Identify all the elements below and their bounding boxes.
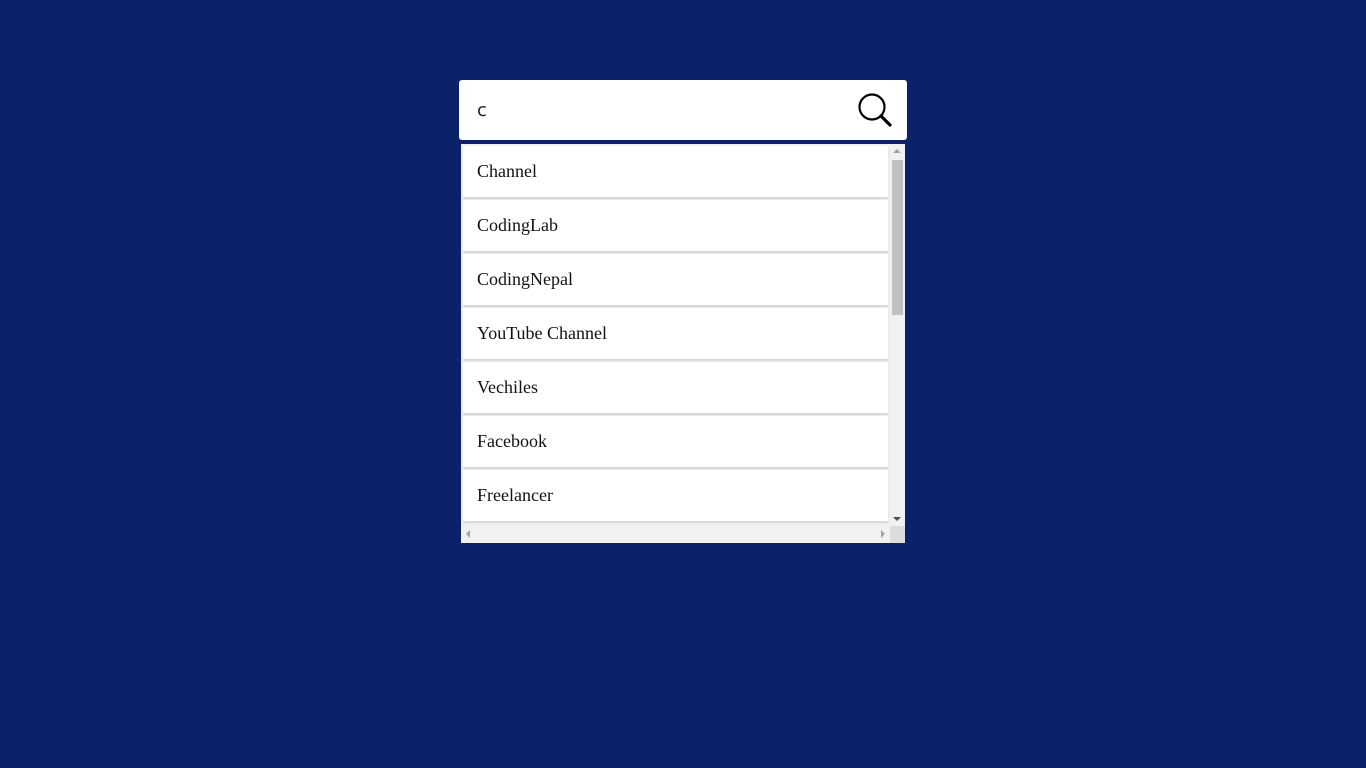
search-box bbox=[459, 80, 907, 140]
scroll-left-arrow-icon[interactable] bbox=[466, 530, 470, 538]
search-input[interactable] bbox=[477, 80, 847, 140]
suggestion-item[interactable]: Facebook bbox=[463, 416, 888, 467]
scroll-down-arrow-icon[interactable] bbox=[893, 517, 901, 521]
vertical-scroll-thumb[interactable] bbox=[892, 160, 903, 315]
suggestion-item[interactable]: CodingNepal bbox=[463, 254, 888, 305]
scrollbar-corner bbox=[890, 526, 905, 543]
suggestions-list: Channel CodingLab CodingNepal YouTube Ch… bbox=[461, 144, 890, 526]
scroll-up-arrow-icon[interactable] bbox=[893, 149, 901, 153]
scroll-right-arrow-icon[interactable] bbox=[881, 530, 885, 538]
suggestions-dropdown: Channel CodingLab CodingNepal YouTube Ch… bbox=[461, 144, 905, 543]
search-icon[interactable] bbox=[857, 92, 893, 128]
suggestion-item[interactable]: YouTube Channel bbox=[463, 308, 888, 359]
horizontal-scrollbar[interactable] bbox=[461, 526, 890, 543]
vertical-scrollbar[interactable] bbox=[890, 144, 905, 526]
suggestion-item[interactable]: Vechiles bbox=[463, 362, 888, 413]
suggestion-item[interactable]: CodingLab bbox=[463, 200, 888, 251]
search-widget: Channel CodingLab CodingNepal YouTube Ch… bbox=[459, 80, 907, 543]
suggestion-item[interactable]: Channel bbox=[463, 146, 888, 197]
suggestion-item[interactable]: Freelancer bbox=[463, 470, 888, 521]
